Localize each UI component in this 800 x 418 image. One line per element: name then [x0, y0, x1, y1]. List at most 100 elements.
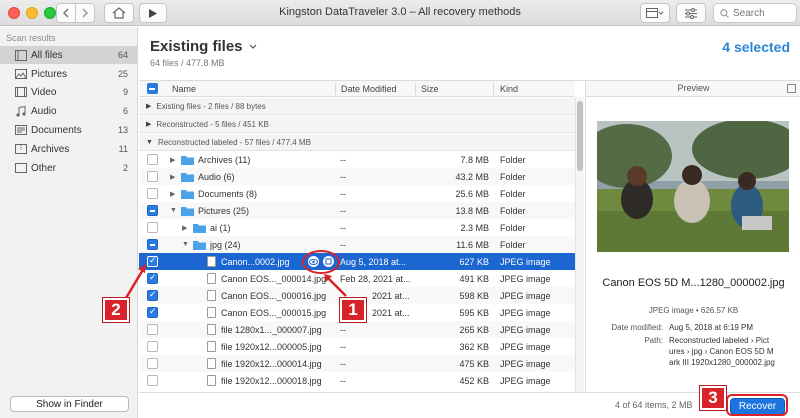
row-kind: JPEG image: [500, 375, 551, 386]
show-in-finder-button[interactable]: Show in Finder: [10, 396, 129, 412]
sidebar-item-count: 6: [122, 106, 128, 116]
row-size: 11.6 MB: [456, 239, 489, 250]
row-date: 2021 at...: [372, 307, 410, 318]
preview-date-value: Aug 5, 2018 at 6:19 PM: [669, 323, 754, 332]
table-row[interactable]: ▶ Audio (6) -- 43.2 MB Folder: [139, 168, 575, 185]
play-button[interactable]: [139, 3, 167, 23]
view-mode-button[interactable]: [640, 3, 670, 23]
zoom-window-button[interactable]: [44, 7, 56, 19]
column-date[interactable]: Date Modified: [341, 84, 397, 94]
row-checkbox[interactable]: [147, 188, 158, 199]
sidebar-item-archives[interactable]: Archives 11: [0, 140, 137, 158]
forward-button[interactable]: [75, 3, 95, 23]
sidebar-item-label: Documents: [31, 124, 82, 136]
table-row[interactable]: file 1920x12...000018.jpg -- 452 KB JPEG…: [139, 372, 575, 389]
sidebar-heading: Scan results: [6, 33, 56, 43]
row-checkbox[interactable]: [147, 306, 158, 318]
column-size[interactable]: Size: [421, 84, 439, 94]
video-icon: [14, 86, 27, 98]
group-reconstructed[interactable]: ▶ Reconstructed - 5 files / 451 KB: [139, 116, 575, 133]
triangle-down-icon: ▼: [146, 138, 153, 146]
row-date: Aug 5, 2018 at...: [340, 256, 407, 267]
table-row[interactable]: Canon EOS..._000014.jpg Feb 28, 2021 at.…: [139, 270, 575, 287]
preview-path-line: Reconstructed labeled › Pict: [669, 336, 770, 345]
table-row[interactable]: ▶ Documents (8) -- 25.6 MB Folder: [139, 185, 575, 202]
home-button[interactable]: [104, 3, 134, 23]
file-icon: [207, 375, 216, 386]
row-name: Canon...0002.jpg: [221, 256, 290, 267]
minimize-window-button[interactable]: [26, 7, 38, 19]
table-row[interactable]: ▼ jpg (24) -- 11.6 MB Folder: [139, 236, 575, 253]
sidebar-item-all-files[interactable]: All files 64: [0, 46, 137, 64]
row-name: jpg (24): [210, 239, 241, 250]
open-external-icon[interactable]: [787, 84, 796, 93]
search-input[interactable]: [733, 7, 793, 19]
triangle-down-icon: ▼: [170, 207, 177, 214]
callout-badge-2: 2: [103, 298, 129, 322]
selected-count: 4 selected: [722, 39, 790, 55]
row-name: file 1920x12...000005.jpg: [221, 341, 322, 352]
table-row[interactable]: ▼ Pictures (25) -- 13.8 MB Folder: [139, 202, 575, 219]
document-icon: [14, 124, 27, 136]
file-icon: [207, 358, 216, 369]
group-label: Existing files - 2 files / 88 bytes: [156, 101, 266, 111]
sidebar-item-other[interactable]: Other 2: [0, 159, 137, 177]
play-icon: [149, 8, 157, 18]
row-checkbox[interactable]: [147, 222, 158, 233]
triangle-right-icon: ▶: [146, 121, 152, 128]
sidebar-item-label: Audio: [31, 105, 57, 117]
filter-settings-button[interactable]: [676, 3, 706, 23]
list-scrollbar[interactable]: [575, 97, 584, 392]
triangle-right-icon: ▶: [170, 173, 176, 181]
row-checkbox[interactable]: [147, 358, 158, 369]
column-name[interactable]: Name: [172, 84, 196, 94]
callout-arrow-1: [324, 274, 347, 297]
select-all-checkbox[interactable]: [147, 83, 158, 94]
sidebar-item-audio[interactable]: Audio 6: [0, 102, 137, 120]
row-date: --: [340, 205, 346, 216]
footer-status: 4 of 64 items, 2 MB: [615, 400, 693, 410]
table-row[interactable]: file 1920x12...000005.jpg -- 362 KB JPEG…: [139, 338, 575, 355]
group-reconstructed-labeled[interactable]: ▼ Reconstructed labeled - 57 files / 477…: [139, 134, 575, 151]
callout-badge-3: 3: [700, 386, 726, 410]
back-button[interactable]: [56, 3, 76, 23]
folder-icon: [193, 223, 206, 233]
page-subtitle: 64 files / 477.8 MB: [150, 58, 225, 68]
table-row[interactable]: file 1920x12...000014.jpg -- 475 KB JPEG…: [139, 355, 575, 372]
sidebar-item-count: 9: [122, 87, 128, 97]
callout-arrow-2: [124, 264, 146, 299]
group-existing-files[interactable]: ▶ Existing files - 2 files / 88 bytes: [139, 98, 575, 115]
close-window-button[interactable]: [8, 7, 20, 19]
row-checkbox[interactable]: [147, 205, 158, 216]
other-icon: [14, 162, 27, 174]
folder-icon: [181, 155, 194, 165]
file-list: Name Date Modified Size Kind ▶ Existing …: [139, 81, 575, 392]
row-name: file 1920x12...000018.jpg: [221, 375, 322, 386]
row-checkbox[interactable]: [147, 171, 158, 182]
table-row[interactable]: ▶ ai (1) -- 2.3 MB Folder: [139, 219, 575, 236]
preview-path-line: ures › jpg › Canon EOS 5D M: [669, 347, 774, 356]
sidebar-item-documents[interactable]: Documents 13: [0, 121, 137, 139]
row-checkbox[interactable]: [147, 324, 158, 335]
preview-path-line: ark III 1920x1280_000002.jpg: [669, 358, 775, 367]
file-icon: [207, 324, 216, 335]
table-row[interactable]: ▶ Archives (11) -- 7.8 MB Folder: [139, 151, 575, 168]
column-kind[interactable]: Kind: [500, 84, 518, 94]
row-size: 491 KB: [459, 273, 489, 284]
music-note-icon: [14, 105, 27, 117]
list-view-icon: [646, 8, 664, 18]
row-size: 13.8 MB: [455, 205, 489, 216]
search-box[interactable]: [713, 3, 797, 23]
table-row[interactable]: file 1280x1..._000007.jpg -- 265 KB JPEG…: [139, 321, 575, 338]
sidebar-item-count: 25: [117, 69, 128, 79]
row-checkbox[interactable]: [147, 375, 158, 386]
table-row-selected[interactable]: Canon...0002.jpg Aug 5, 2018 at... 627 K…: [139, 253, 575, 270]
sidebar-item-video[interactable]: Video 9: [0, 83, 137, 101]
row-checkbox[interactable]: [147, 154, 158, 165]
page-title[interactable]: Existing files: [150, 38, 257, 55]
row-checkbox[interactable]: [147, 341, 158, 352]
sidebar-item-pictures[interactable]: Pictures 25: [0, 65, 137, 83]
row-checkbox[interactable]: [147, 239, 158, 250]
scroll-thumb[interactable]: [577, 101, 583, 171]
sidebar-item-label: Archives: [31, 143, 70, 155]
